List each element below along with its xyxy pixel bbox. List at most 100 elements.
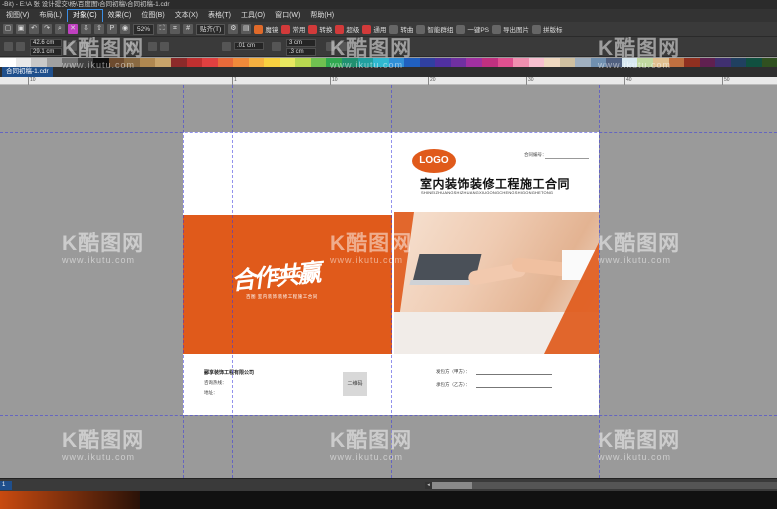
width-field[interactable]: 42.6 cm [30, 39, 62, 47]
menu-view[interactable]: 视图(V) [1, 10, 34, 22]
guideline[interactable] [232, 85, 233, 478]
swatch[interactable] [575, 58, 591, 67]
menu-bitmaps[interactable]: 位图(B) [136, 10, 169, 22]
horizontal-ruler[interactable]: 10 1 10 20 30 40 50 [0, 77, 777, 85]
swatch[interactable] [264, 58, 280, 67]
swatch[interactable] [217, 58, 234, 67]
document-tab[interactable]: 合同初稿-1.cdr [2, 67, 53, 77]
swatch[interactable] [171, 58, 187, 67]
guideline[interactable] [0, 132, 777, 133]
swatch[interactable] [544, 58, 560, 67]
all-pages-icon[interactable] [148, 42, 157, 51]
open-icon[interactable]: ▢ [3, 24, 13, 34]
contract-number-label: 合同编号： [524, 152, 547, 157]
qr-code-placeholder: 二维码 [343, 372, 367, 396]
export-icon[interactable]: ⇧ [94, 24, 104, 34]
plugin-mojing[interactable]: 魔镜 [254, 24, 278, 34]
snap-to-select[interactable]: 贴齐(T) [196, 23, 226, 35]
guideline[interactable] [391, 85, 392, 478]
swatch[interactable] [559, 58, 576, 67]
plugin-imposition[interactable]: 拼版标 [532, 24, 563, 34]
duplicate-x-field[interactable]: 3 cm [286, 39, 316, 47]
height-field[interactable]: 29.1 cm [30, 48, 62, 56]
zoom-level-select[interactable]: 52% [133, 23, 155, 35]
plugin-changyong[interactable]: 常用 [281, 24, 305, 34]
plugin-export-image[interactable]: 导出图片 [492, 24, 529, 34]
menu-text[interactable]: 文本(X) [170, 10, 203, 22]
guideline[interactable] [599, 85, 600, 478]
grid-icon[interactable]: # [183, 24, 194, 34]
app-launcher-icon[interactable]: ▤ [241, 24, 252, 34]
duplicate-distance-icon [272, 42, 281, 51]
swatch[interactable] [435, 58, 451, 67]
swatch[interactable] [497, 58, 514, 67]
swatch[interactable] [684, 58, 700, 67]
swatch[interactable] [450, 58, 467, 67]
swatch[interactable] [15, 58, 32, 67]
menu-help[interactable]: 帮助(H) [305, 10, 339, 22]
menu-tools[interactable]: 工具(O) [236, 10, 270, 22]
menu-window[interactable]: 窗口(W) [270, 10, 305, 22]
menu-layout[interactable]: 布局(L) [34, 10, 67, 22]
rulers-icon[interactable]: ⌗ [170, 24, 181, 34]
plugin-chaoji[interactable]: 超级 [335, 24, 359, 34]
plugin-smart-group[interactable]: 智能群组 [416, 24, 453, 34]
plugin-one-key-ps[interactable]: 一键PS [456, 24, 489, 34]
menu-bar: 视图(V) 布局(L) 对象(C) 效果(C) 位图(B) 文本(X) 表格(T… [0, 8, 777, 23]
undo-icon[interactable]: ↶ [29, 24, 39, 34]
swatch[interactable] [202, 58, 218, 67]
nudge-field[interactable]: .01 cm [234, 42, 264, 50]
pdf-icon[interactable]: P [107, 24, 117, 34]
guideline[interactable] [183, 85, 184, 478]
full-screen-icon[interactable]: ⛶ [157, 24, 168, 34]
swatch[interactable] [699, 58, 716, 67]
plugin-zhuanhuan[interactable]: 转换 [308, 24, 332, 34]
drawing-canvas[interactable]: LOGO 合作共赢 百图 室内装饰装修工程施工合同 郦享装饰工程有限公司 咨询热… [0, 85, 777, 478]
swatch[interactable] [186, 58, 203, 67]
swatch[interactable] [155, 58, 172, 67]
corel-connect-icon[interactable]: ✕ [68, 24, 78, 34]
swatch[interactable] [730, 58, 747, 67]
swatch[interactable] [310, 58, 327, 67]
swatch[interactable] [295, 58, 311, 67]
launcher-icon[interactable]: ◉ [120, 24, 130, 34]
ruler-tick: 30 [526, 77, 534, 85]
page-size-icon[interactable] [4, 42, 13, 51]
swatch[interactable] [513, 58, 529, 67]
swatch[interactable] [761, 58, 777, 67]
import-icon[interactable]: ⇩ [81, 24, 91, 34]
swatch[interactable] [31, 58, 47, 67]
menu-effects[interactable]: 效果(C) [103, 10, 137, 22]
swatch[interactable] [715, 58, 731, 67]
orientation-icon[interactable] [16, 42, 25, 51]
plugin-tongyong[interactable]: 通用 [362, 24, 386, 34]
search-icon[interactable]: ⌕ [55, 24, 65, 34]
scrollbar-thumb[interactable] [432, 482, 472, 489]
swatch[interactable] [419, 58, 436, 67]
guideline[interactable] [0, 415, 777, 416]
swatch[interactable] [466, 58, 482, 67]
menu-object[interactable]: 对象(C) [66, 8, 103, 23]
watermark: K酷图网 www.ikutu.com [330, 232, 413, 266]
menu-table[interactable]: 表格(T) [203, 10, 236, 22]
swatch[interactable] [746, 58, 762, 67]
plugin-zhuanqu[interactable]: 转曲 [389, 24, 413, 34]
options-icon[interactable]: ⚙ [228, 24, 239, 34]
swatch[interactable] [481, 58, 498, 67]
taskbar [0, 491, 777, 509]
swatch[interactable] [46, 58, 63, 67]
watermark: K酷图网 www.ikutu.com [330, 37, 413, 71]
swatch[interactable] [279, 58, 296, 67]
current-page-icon[interactable] [160, 42, 169, 51]
page-indicator[interactable]: 1 [0, 481, 12, 490]
swatch[interactable] [233, 58, 249, 67]
redo-icon[interactable]: ↷ [42, 24, 52, 34]
duplicate-y-field[interactable]: .3 cm [286, 48, 316, 56]
swatch[interactable] [0, 58, 16, 67]
scroll-left-icon[interactable]: ◂ [425, 482, 432, 489]
swatch[interactable] [528, 58, 545, 67]
horizontal-scrollbar[interactable] [425, 482, 777, 489]
swatch[interactable] [248, 58, 265, 67]
standard-toolbar: ▢ ▣ ↶ ↷ ⌕ ✕ ⇩ ⇧ P ◉ 52% ⛶ ⌗ # 贴齐(T) ⚙ ▤ … [0, 22, 777, 37]
save-icon[interactable]: ▣ [16, 24, 26, 34]
